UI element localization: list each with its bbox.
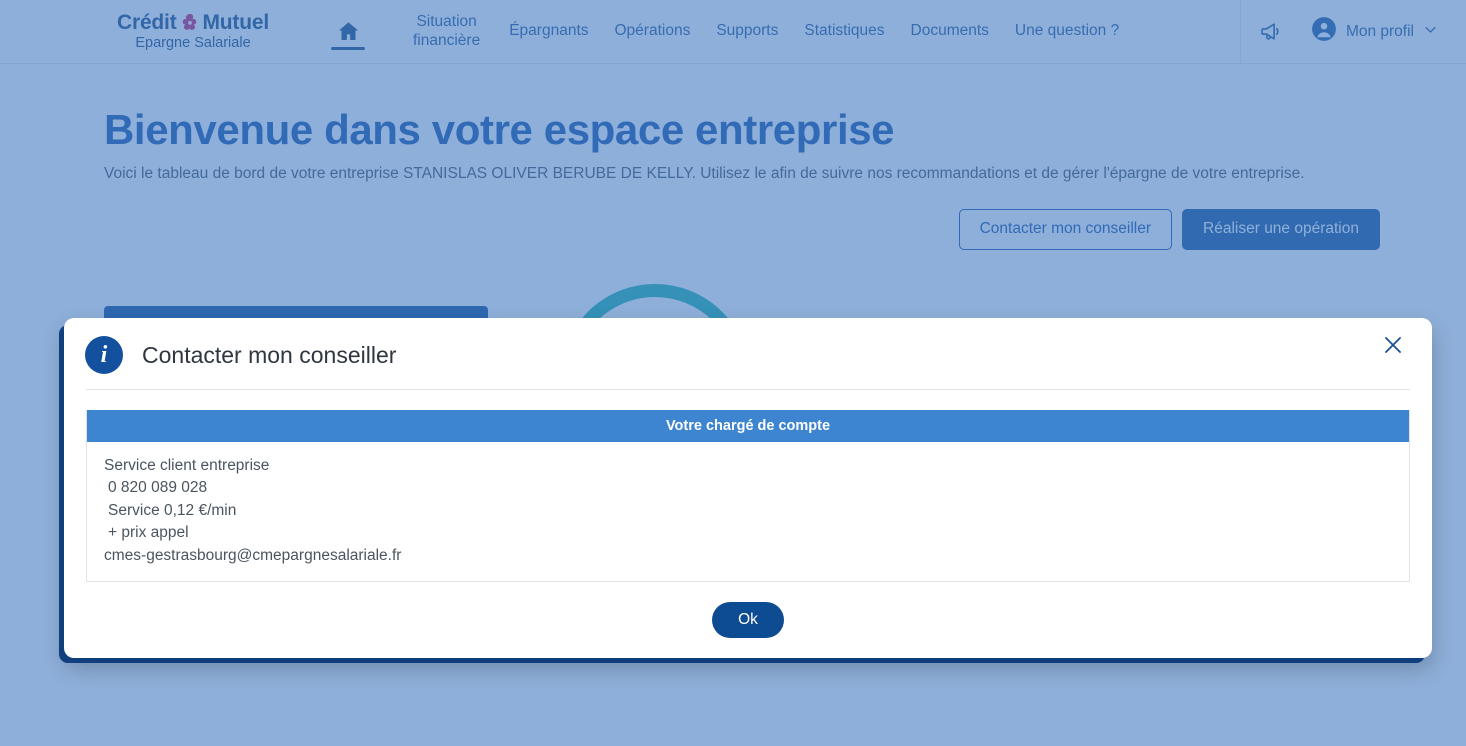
table-row: 0 820 089 028 [108, 479, 208, 497]
ok-button[interactable]: Ok [712, 602, 784, 639]
table-row: Service 0,12 €/min [108, 501, 237, 519]
close-icon[interactable] [1378, 330, 1408, 360]
dialog-header: i Contacter mon conseiller [64, 318, 1432, 374]
dialog-footer: Ok [64, 602, 1432, 639]
table-header: Votre chargé de compte [87, 410, 1409, 442]
advisor-info-table: Votre chargé de compte Service client en… [86, 410, 1410, 583]
dialog-title: Contacter mon conseiller [142, 341, 397, 368]
table-row: Service client entreprise [104, 457, 270, 474]
contact-advisor-dialog: i Contacter mon conseiller Votre chargé … [64, 318, 1432, 658]
table-body: Service client entreprise 0 820 089 028 … [87, 442, 1409, 581]
table-row: + prix appel [108, 524, 189, 542]
info-icon: i [85, 336, 123, 374]
table-row: cmes-gestrasbourg@cmepargnesalariale.fr [104, 546, 402, 564]
dialog-divider [86, 389, 1410, 390]
